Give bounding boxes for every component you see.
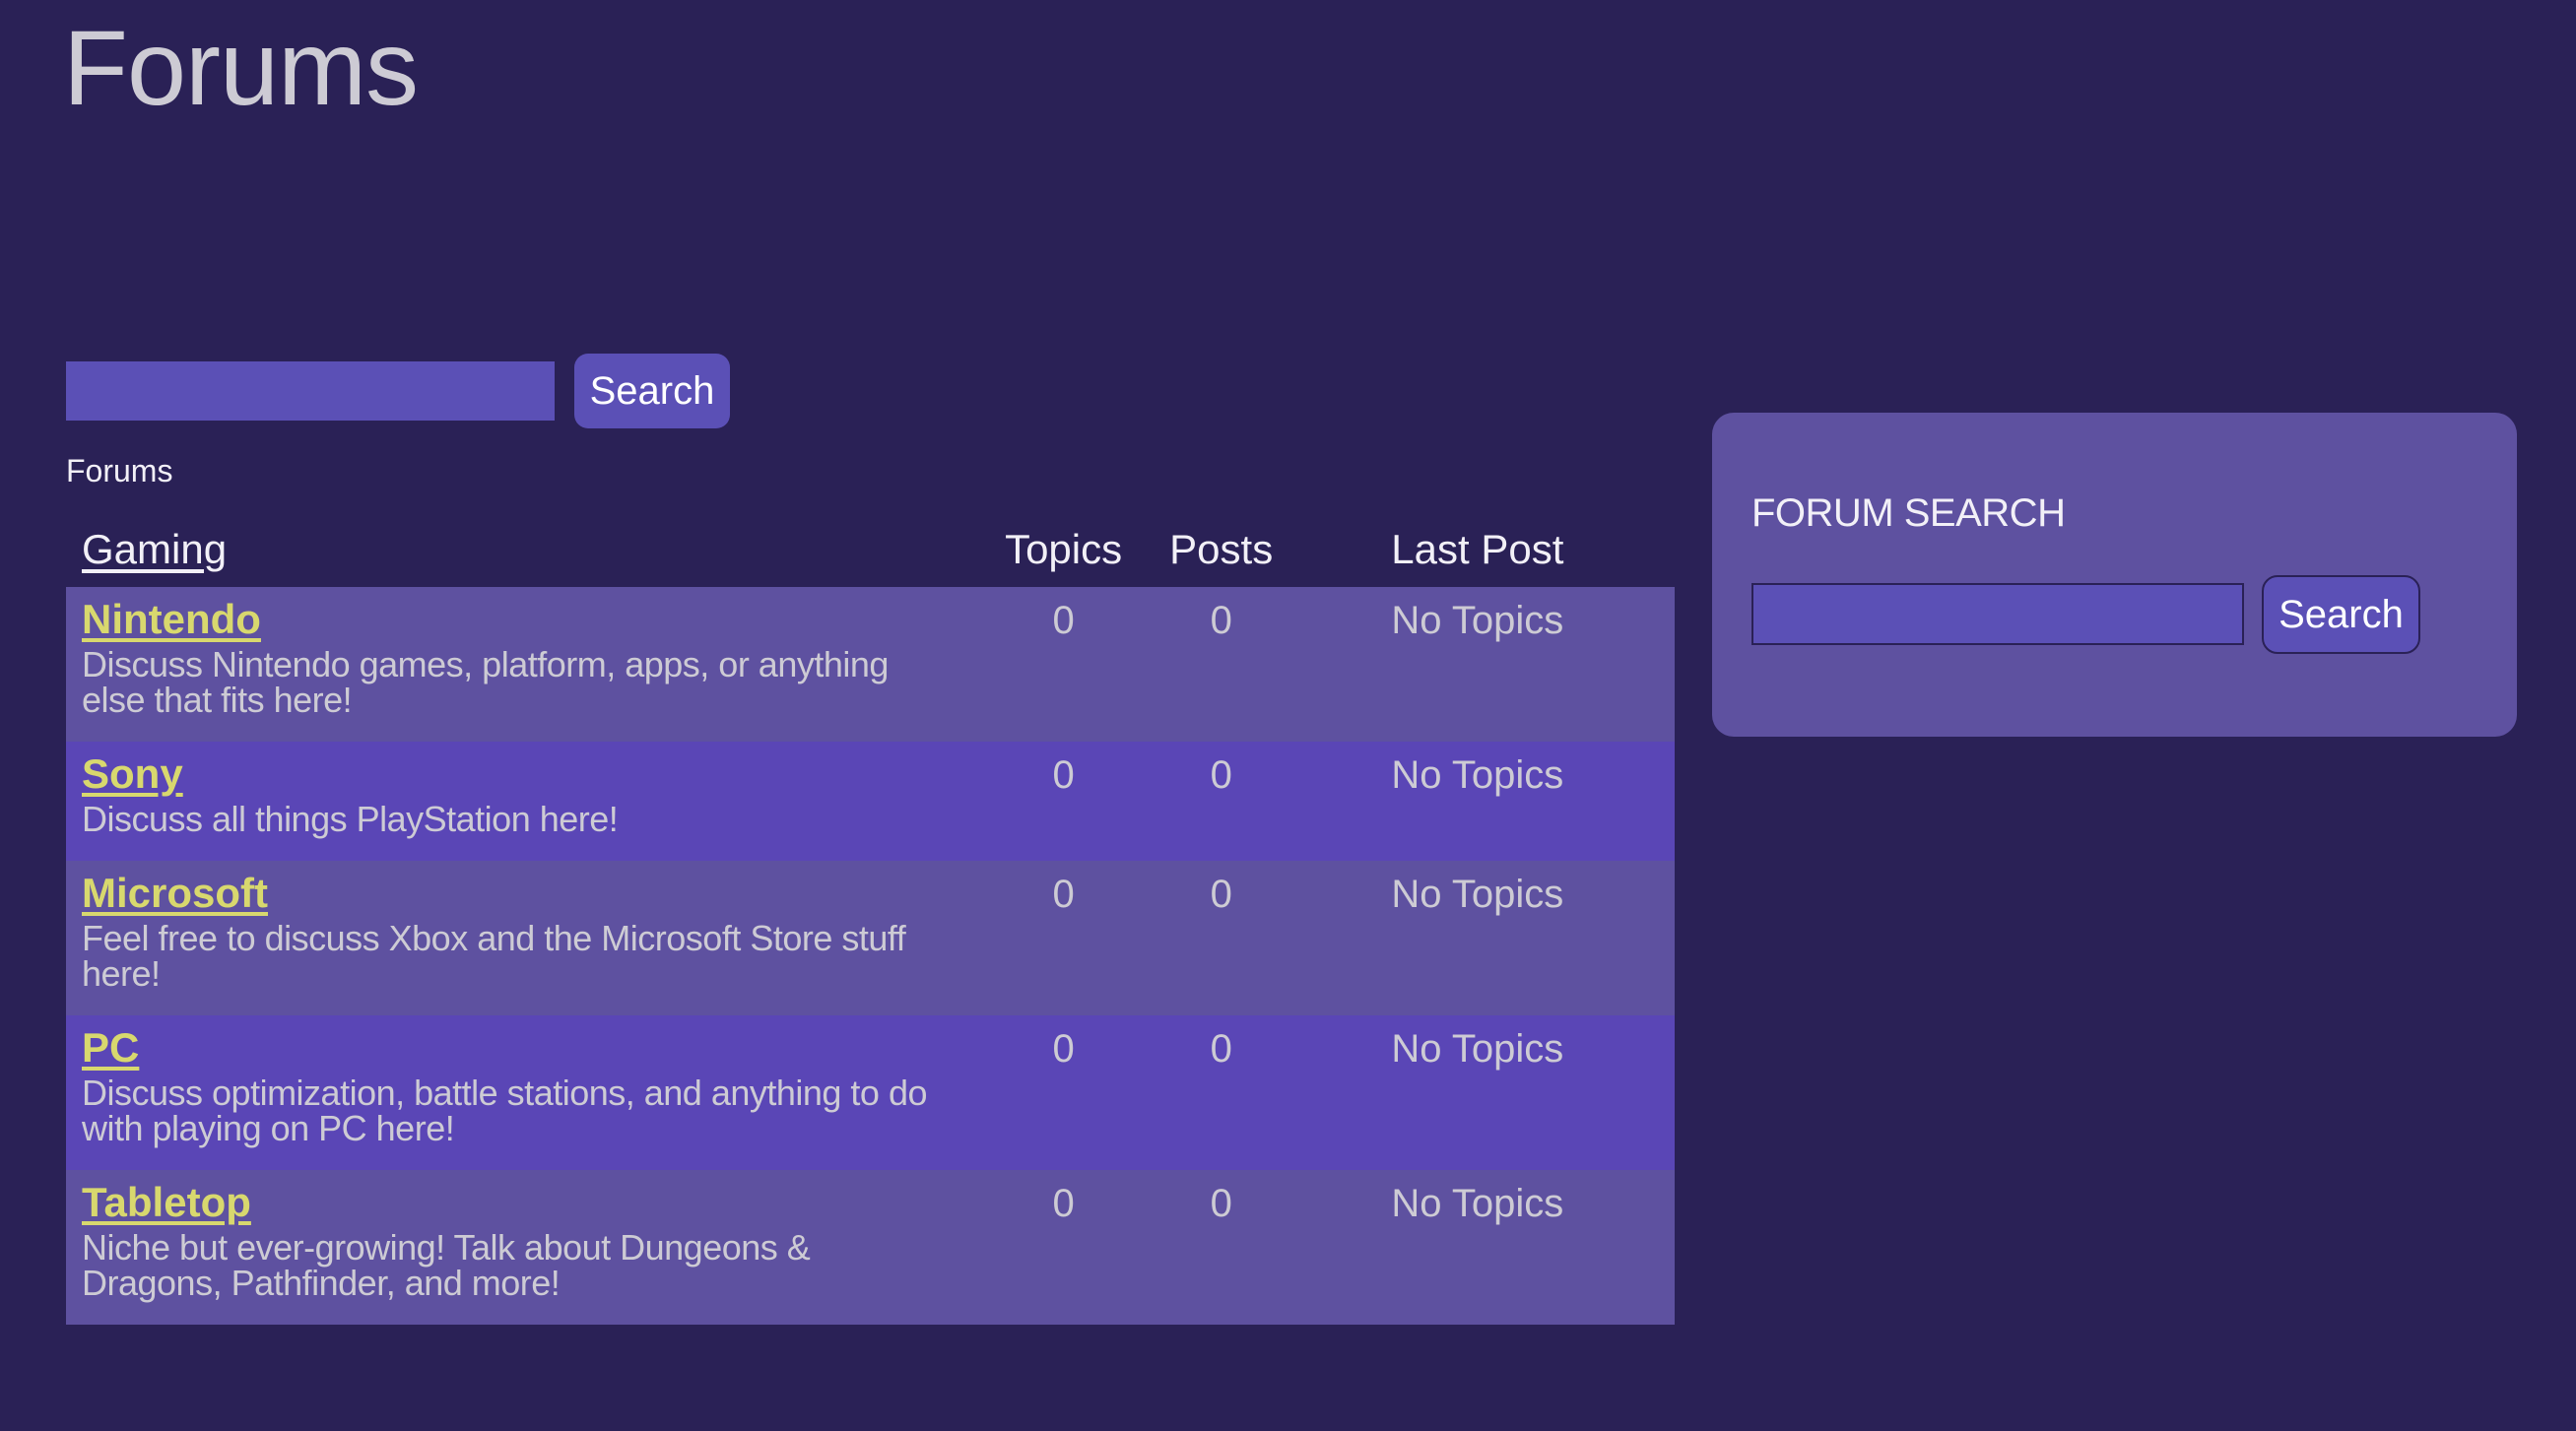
topics-count: 0 — [964, 742, 1162, 861]
header-topics: Topics — [1005, 526, 1123, 572]
top-search-input[interactable] — [66, 361, 555, 421]
table-row: Microsoft Feel free to discuss Xbox and t… — [66, 861, 1675, 1015]
last-post: No Topics — [1280, 1170, 1675, 1325]
page-title: Forums — [63, 8, 419, 127]
header-category[interactable]: Gaming — [66, 512, 965, 587]
topics-count: 0 — [964, 1015, 1162, 1170]
last-post: No Topics — [1280, 742, 1675, 861]
forum-link[interactable]: PC — [82, 1024, 139, 1071]
category-link[interactable]: Gaming — [82, 526, 227, 572]
table-header-row: Gaming Topics Posts Last Post — [66, 512, 1675, 587]
forum-cell: Nintendo Discuss Nintendo games, platform… — [66, 587, 965, 742]
forum-search-panel: FORUM SEARCH Search — [1712, 413, 2517, 737]
table-row: Tabletop Niche but ever-growing! Talk abo… — [66, 1170, 1675, 1325]
forum-link[interactable]: Nintendo — [82, 596, 261, 642]
forum-link[interactable]: Microsoft — [82, 870, 268, 916]
topics-count: 0 — [964, 587, 1162, 742]
forum-search-input[interactable] — [1751, 583, 2244, 645]
forum-cell: Microsoft Feel free to discuss Xbox and t… — [66, 861, 965, 1015]
forum-description: Niche but ever-growing! Talk about Dunge… — [82, 1227, 811, 1303]
topics-count: 0 — [964, 861, 1162, 1015]
posts-count: 0 — [1161, 861, 1281, 1015]
forum-table: Gaming Topics Posts Last Post Nintendo Di… — [66, 512, 1675, 1325]
forum-description: Discuss Nintendo games, platform, apps, … — [82, 644, 889, 720]
forum-search-heading: FORUM SEARCH — [1751, 491, 2066, 535]
forum-description: Discuss optimization, battle stations, a… — [82, 1073, 928, 1148]
posts-count: 0 — [1161, 587, 1281, 742]
last-post: No Topics — [1280, 861, 1675, 1015]
posts-count: 0 — [1161, 1170, 1281, 1325]
forum-link[interactable]: Sony — [82, 750, 183, 797]
table-row: PC Discuss optimization, battle stations,… — [66, 1015, 1675, 1170]
forum-description: Feel free to discuss Xbox and the Micros… — [82, 918, 906, 994]
forum-description: Discuss all things PlayStation here! — [82, 799, 619, 839]
table-row: Nintendo Discuss Nintendo games, platform… — [66, 587, 1675, 742]
posts-count: 0 — [1161, 742, 1281, 861]
forum-cell: PC Discuss optimization, battle stations,… — [66, 1015, 965, 1170]
last-post: No Topics — [1280, 587, 1675, 742]
breadcrumb: Forums — [66, 453, 173, 488]
forum-rows: Nintendo Discuss Nintendo games, platform… — [66, 587, 1675, 1325]
posts-count: 0 — [1161, 1015, 1281, 1170]
header-posts: Posts — [1169, 526, 1274, 572]
forum-search-button[interactable]: Search — [2262, 575, 2420, 654]
forum-cell: Tabletop Niche but ever-growing! Talk abo… — [66, 1170, 965, 1325]
forum-cell: Sony Discuss all things PlayStation here! — [66, 742, 965, 861]
last-post: No Topics — [1280, 1015, 1675, 1170]
top-search-button[interactable]: Search — [574, 354, 730, 428]
forum-link[interactable]: Tabletop — [82, 1179, 251, 1225]
table-row: Sony Discuss all things PlayStation here!… — [66, 742, 1675, 861]
header-last-post: Last Post — [1391, 526, 1564, 572]
topics-count: 0 — [964, 1170, 1162, 1325]
